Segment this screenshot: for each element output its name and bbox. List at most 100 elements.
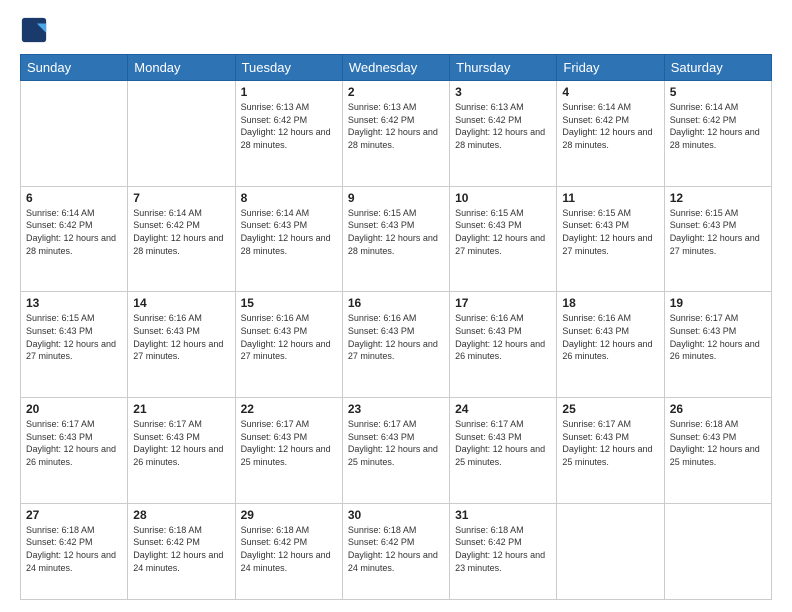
calendar-cell: 20 Sunrise: 6:17 AM Sunset: 6:43 PM Dayli… [21, 398, 128, 504]
day-info: Sunrise: 6:17 AM Sunset: 6:43 PM Dayligh… [562, 418, 658, 468]
day-number: 23 [348, 402, 444, 416]
weekday-header-cell: Wednesday [342, 55, 449, 81]
day-info: Sunrise: 6:17 AM Sunset: 6:43 PM Dayligh… [26, 418, 122, 468]
calendar-cell: 14 Sunrise: 6:16 AM Sunset: 6:43 PM Dayli… [128, 292, 235, 398]
day-number: 21 [133, 402, 229, 416]
calendar-cell: 3Sunrise: 6:13 AM Sunset: 6:42 PM Daylig… [450, 81, 557, 187]
weekday-header-cell: Friday [557, 55, 664, 81]
day-info: Sunrise: 6:16 AM Sunset: 6:43 PM Dayligh… [133, 312, 229, 362]
day-info: Sunrise: 6:15 AM Sunset: 6:43 PM Dayligh… [455, 207, 551, 257]
calendar-table: SundayMondayTuesdayWednesdayThursdayFrid… [20, 54, 772, 600]
calendar-cell: 23 Sunrise: 6:17 AM Sunset: 6:43 PM Dayli… [342, 398, 449, 504]
day-info: Sunrise: 6:18 AM Sunset: 6:42 PM Dayligh… [348, 524, 444, 574]
day-info: Sunrise: 6:15 AM Sunset: 6:43 PM Dayligh… [348, 207, 444, 257]
day-number: 2 [348, 85, 444, 99]
day-info: Sunrise: 6:14 AM Sunset: 6:42 PM Dayligh… [26, 207, 122, 257]
day-number: 11 [562, 191, 658, 205]
weekday-header-cell: Tuesday [235, 55, 342, 81]
calendar-cell: 26Sunrise: 6:18 AM Sunset: 6:43 PM Dayli… [664, 398, 771, 504]
day-number: 13 [26, 296, 122, 310]
day-info: Sunrise: 6:17 AM Sunset: 6:43 PM Dayligh… [241, 418, 337, 468]
calendar-cell: 28Sunrise: 6:18 AM Sunset: 6:42 PM Dayli… [128, 503, 235, 599]
day-info: Sunrise: 6:18 AM Sunset: 6:42 PM Dayligh… [241, 524, 337, 574]
calendar-cell: 5 Sunrise: 6:14 AM Sunset: 6:42 PM Daylig… [664, 81, 771, 187]
day-number: 14 [133, 296, 229, 310]
day-info: Sunrise: 6:16 AM Sunset: 6:43 PM Dayligh… [348, 312, 444, 362]
day-info: Sunrise: 6:13 AM Sunset: 6:42 PM Dayligh… [348, 101, 444, 151]
calendar-week-row: 27 Sunrise: 6:18 AM Sunset: 6:42 PM Dayli… [21, 503, 772, 599]
day-info: Sunrise: 6:15 AM Sunset: 6:43 PM Dayligh… [26, 312, 122, 362]
day-info: Sunrise: 6:15 AM Sunset: 6:43 PM Dayligh… [670, 207, 766, 257]
day-number: 27 [26, 508, 122, 522]
calendar-cell [128, 81, 235, 187]
day-info: Sunrise: 6:13 AM Sunset: 6:42 PM Dayligh… [455, 101, 551, 151]
day-number: 5 [670, 85, 766, 99]
day-number: 4 [562, 85, 658, 99]
calendar-cell: 2 Sunrise: 6:13 AM Sunset: 6:42 PM Daylig… [342, 81, 449, 187]
day-number: 1 [241, 85, 337, 99]
weekday-header-row: SundayMondayTuesdayWednesdayThursdayFrid… [21, 55, 772, 81]
calendar-week-row: 1 Sunrise: 6:13 AM Sunset: 6:42 PM Daylig… [21, 81, 772, 187]
calendar-cell: 6 Sunrise: 6:14 AM Sunset: 6:42 PM Daylig… [21, 186, 128, 292]
day-number: 20 [26, 402, 122, 416]
day-number: 30 [348, 508, 444, 522]
calendar-week-row: 6 Sunrise: 6:14 AM Sunset: 6:42 PM Daylig… [21, 186, 772, 292]
day-info: Sunrise: 6:17 AM Sunset: 6:43 PM Dayligh… [348, 418, 444, 468]
day-info: Sunrise: 6:16 AM Sunset: 6:43 PM Dayligh… [241, 312, 337, 362]
day-info: Sunrise: 6:17 AM Sunset: 6:43 PM Dayligh… [133, 418, 229, 468]
day-info: Sunrise: 6:14 AM Sunset: 6:43 PM Dayligh… [241, 207, 337, 257]
calendar-cell: 13 Sunrise: 6:15 AM Sunset: 6:43 PM Dayli… [21, 292, 128, 398]
calendar-cell: 15 Sunrise: 6:16 AM Sunset: 6:43 PM Dayli… [235, 292, 342, 398]
day-info: Sunrise: 6:16 AM Sunset: 6:43 PM Dayligh… [562, 312, 658, 362]
calendar-week-row: 13 Sunrise: 6:15 AM Sunset: 6:43 PM Dayli… [21, 292, 772, 398]
calendar-cell: 11 Sunrise: 6:15 AM Sunset: 6:43 PM Dayli… [557, 186, 664, 292]
day-number: 17 [455, 296, 551, 310]
calendar-cell: 29 Sunrise: 6:18 AM Sunset: 6:42 PM Dayli… [235, 503, 342, 599]
day-number: 25 [562, 402, 658, 416]
page: SundayMondayTuesdayWednesdayThursdayFrid… [0, 0, 792, 612]
calendar-cell: 24 Sunrise: 6:17 AM Sunset: 6:43 PM Dayli… [450, 398, 557, 504]
calendar-cell [664, 503, 771, 599]
calendar-cell: 18 Sunrise: 6:16 AM Sunset: 6:43 PM Dayli… [557, 292, 664, 398]
day-number: 15 [241, 296, 337, 310]
day-info: Sunrise: 6:18 AM Sunset: 6:42 PM Dayligh… [26, 524, 122, 574]
calendar-cell: 1Sunrise: 6:13 AM Sunset: 6:42 PM Daylig… [235, 81, 342, 187]
logo-icon [20, 16, 48, 44]
day-info: Sunrise: 6:18 AM Sunset: 6:42 PM Dayligh… [455, 524, 551, 574]
day-number: 22 [241, 402, 337, 416]
day-info: Sunrise: 6:18 AM Sunset: 6:43 PM Dayligh… [670, 418, 766, 468]
calendar-cell: 9Sunrise: 6:15 AM Sunset: 6:43 PM Daylig… [342, 186, 449, 292]
day-number: 10 [455, 191, 551, 205]
weekday-header-cell: Monday [128, 55, 235, 81]
day-number: 29 [241, 508, 337, 522]
day-info: Sunrise: 6:17 AM Sunset: 6:43 PM Dayligh… [455, 418, 551, 468]
calendar-cell: 4Sunrise: 6:14 AM Sunset: 6:42 PM Daylig… [557, 81, 664, 187]
weekday-header-cell: Sunday [21, 55, 128, 81]
calendar-cell: 19 Sunrise: 6:17 AM Sunset: 6:43 PM Dayli… [664, 292, 771, 398]
day-number: 8 [241, 191, 337, 205]
day-info: Sunrise: 6:14 AM Sunset: 6:42 PM Dayligh… [133, 207, 229, 257]
day-number: 28 [133, 508, 229, 522]
day-number: 31 [455, 508, 551, 522]
logo [20, 16, 52, 44]
day-info: Sunrise: 6:15 AM Sunset: 6:43 PM Dayligh… [562, 207, 658, 257]
day-number: 19 [670, 296, 766, 310]
day-info: Sunrise: 6:17 AM Sunset: 6:43 PM Dayligh… [670, 312, 766, 362]
day-number: 12 [670, 191, 766, 205]
day-number: 6 [26, 191, 122, 205]
calendar-cell: 31 Sunrise: 6:18 AM Sunset: 6:42 PM Dayli… [450, 503, 557, 599]
day-info: Sunrise: 6:14 AM Sunset: 6:42 PM Dayligh… [670, 101, 766, 151]
calendar-cell: 25 Sunrise: 6:17 AM Sunset: 6:43 PM Dayli… [557, 398, 664, 504]
calendar-cell: 30 Sunrise: 6:18 AM Sunset: 6:42 PM Dayli… [342, 503, 449, 599]
calendar-cell: 21 Sunrise: 6:17 AM Sunset: 6:43 PM Dayli… [128, 398, 235, 504]
day-number: 7 [133, 191, 229, 205]
calendar-body: 1 Sunrise: 6:13 AM Sunset: 6:42 PM Daylig… [21, 81, 772, 600]
calendar-cell: 7 Sunrise: 6:14 AM Sunset: 6:42 PM Daylig… [128, 186, 235, 292]
day-number: 18 [562, 296, 658, 310]
calendar-cell [557, 503, 664, 599]
calendar-cell: 17Sunrise: 6:16 AM Sunset: 6:43 PM Dayli… [450, 292, 557, 398]
day-number: 24 [455, 402, 551, 416]
header [20, 16, 772, 44]
calendar-cell: 22 Sunrise: 6:17 AM Sunset: 6:43 PM Dayli… [235, 398, 342, 504]
calendar-cell: 16Sunrise: 6:16 AM Sunset: 6:43 PM Dayli… [342, 292, 449, 398]
